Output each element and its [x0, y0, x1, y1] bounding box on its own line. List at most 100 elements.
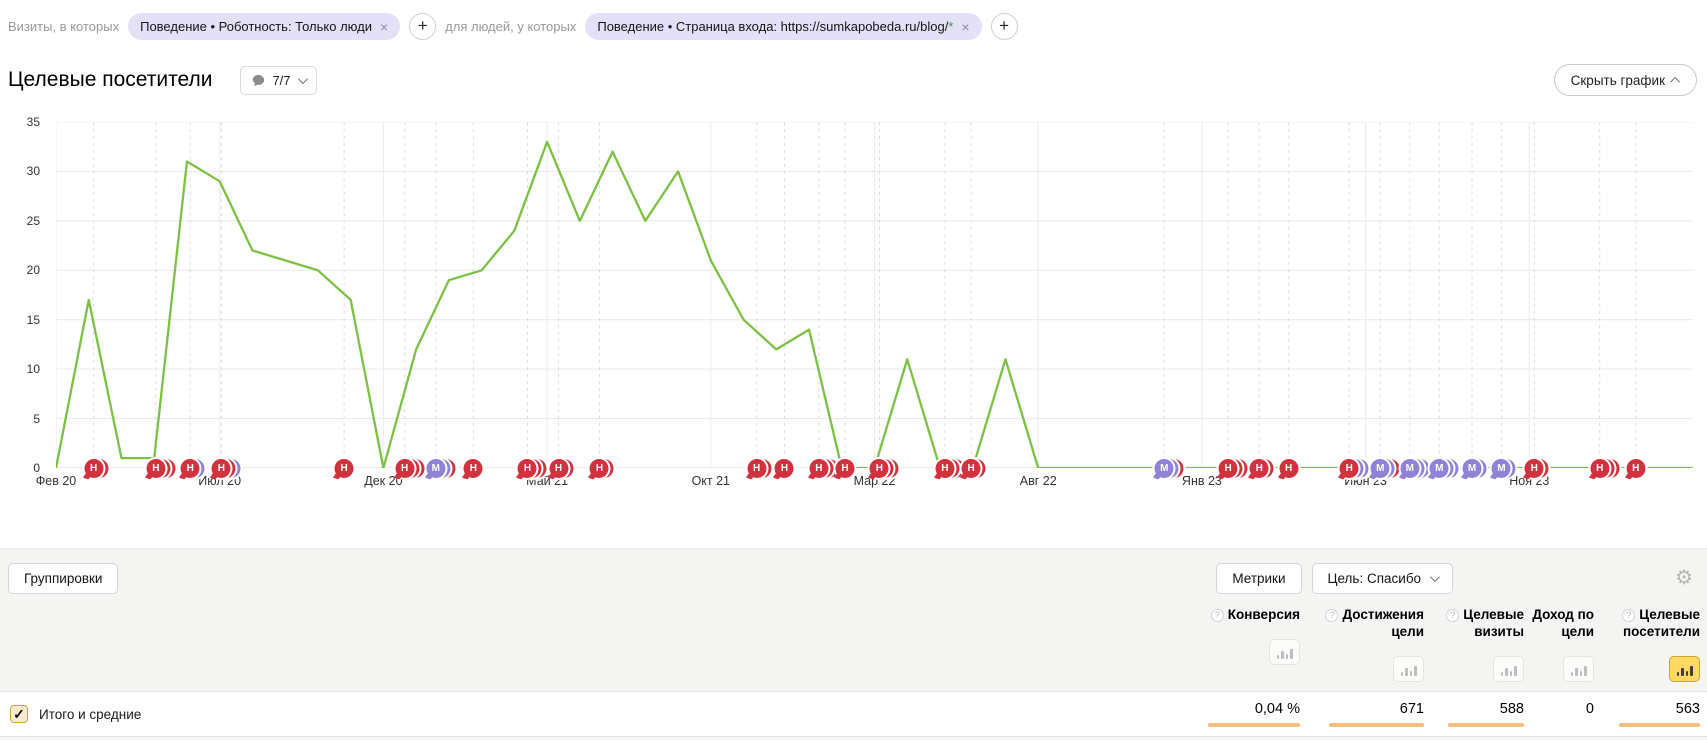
metrics-button[interactable]: Метрики	[1216, 563, 1301, 594]
chart-note-marker[interactable]: Н	[1279, 459, 1298, 478]
chart-note-marker[interactable]: Н	[1250, 459, 1269, 478]
chart-note-marker[interactable]: М	[1155, 459, 1174, 478]
note-bubble-icon: Н	[1626, 459, 1645, 478]
chart-note-marker[interactable]: Н	[549, 459, 568, 478]
wildcard-highlight: *	[948, 19, 953, 34]
note-bubble-icon	[252, 74, 265, 87]
column-header-4: Доход по цели	[1526, 607, 1594, 682]
totals-label: Итого и средние	[39, 707, 141, 722]
help-icon[interactable]: ?	[1446, 609, 1459, 622]
column-bar-chart-toggle[interactable]	[1669, 656, 1700, 682]
notes-dropdown-button[interactable]: 7/7	[240, 66, 316, 95]
remove-filter-icon[interactable]: ×	[380, 20, 388, 34]
x-axis-label: Фев 20	[36, 474, 76, 488]
y-axis-label: 35	[27, 115, 40, 129]
y-axis-label: 30	[27, 164, 40, 178]
chart-note-marker[interactable]: Н	[181, 459, 200, 478]
note-bubble-icon: Н	[335, 459, 354, 478]
chart-note-marker[interactable]: Н	[212, 459, 231, 478]
goal-select-button[interactable]: Цель: Спасибо	[1312, 563, 1454, 594]
chart-note-marker[interactable]: Н	[1340, 459, 1359, 478]
report-table-section: Группировки Метрики Цель: Спасибо ⚙ ?Кон…	[0, 548, 1707, 740]
note-bubble-icon: Н	[212, 459, 231, 478]
help-icon[interactable]: ?	[1211, 609, 1224, 622]
chevron-up-icon	[1670, 76, 1680, 86]
totals-values: 0,04 %6715880563	[1180, 701, 1700, 727]
table-toolbar: Группировки Метрики Цель: Спасибо ⚙	[0, 549, 1707, 595]
totals-cell-2: 671	[1302, 701, 1424, 727]
chart-note-marker[interactable]: М	[1371, 459, 1390, 478]
chart-note-marker[interactable]: Н	[518, 459, 537, 478]
chart-note-marker[interactable]: Н	[935, 459, 954, 478]
chart-note-marker[interactable]: Н	[464, 459, 483, 478]
filter-chip-robotness[interactable]: Поведение • Роботность: Только люди ×	[128, 13, 400, 40]
chart-note-marker[interactable]: Н	[395, 459, 414, 478]
note-bubble-icon: Н	[181, 459, 200, 478]
note-bubble-icon: М	[426, 459, 445, 478]
totals-value: 588	[1426, 701, 1524, 717]
y-axis-label: 15	[27, 313, 40, 327]
hide-chart-button[interactable]: Скрыть график	[1554, 64, 1697, 96]
chart-note-marker[interactable]: Н	[962, 459, 981, 478]
chart-note-marker[interactable]: Н	[747, 459, 766, 478]
chart-note-marker[interactable]: Н	[1590, 459, 1609, 478]
filter-chip-entry-page[interactable]: Поведение • Страница входа: https://sumk…	[585, 13, 981, 40]
chart-note-marker[interactable]: Н	[1626, 459, 1645, 478]
add-visit-condition-button[interactable]: +	[409, 13, 436, 40]
chart-note-marker[interactable]: М	[1400, 459, 1419, 478]
note-bubble-icon: М	[1430, 459, 1449, 478]
note-bubble-icon: Н	[590, 459, 609, 478]
y-axis-label: 5	[33, 412, 40, 426]
chart-note-marker[interactable]: Н	[870, 459, 889, 478]
chart-note-marker[interactable]: М	[1492, 459, 1511, 478]
column-header-1: ?Конверсия	[1182, 607, 1300, 665]
totals-value: 0,04 %	[1182, 701, 1300, 717]
column-bar-chart-toggle[interactable]	[1563, 656, 1594, 682]
for-people-label: для людей, у которых	[445, 19, 576, 34]
chart-note-marker[interactable]: М	[1463, 459, 1482, 478]
note-bubble-icon: М	[1463, 459, 1482, 478]
visits-in-which-label: Визиты, в которых	[8, 19, 119, 34]
chart-note-marker[interactable]: Н	[84, 459, 103, 478]
y-axis-label: 10	[27, 362, 40, 376]
value-bar	[1448, 723, 1524, 727]
column-bar-chart-toggle[interactable]	[1269, 639, 1300, 665]
chart-note-marker[interactable]: Н	[775, 459, 794, 478]
note-bubble-icon: Н	[870, 459, 889, 478]
help-icon[interactable]: ?	[1622, 609, 1635, 622]
help-icon[interactable]: ?	[1325, 609, 1338, 622]
chart-note-marker[interactable]: Н	[335, 459, 354, 478]
table-header-row: ?Конверсия?Достижения цели?Целевые визит…	[0, 595, 1707, 682]
page-title: Целевые посетители	[8, 68, 212, 92]
note-bubble-icon: Н	[962, 459, 981, 478]
column-bar-chart-toggle[interactable]	[1393, 656, 1424, 682]
note-bubble-icon: Н	[1219, 459, 1238, 478]
chart-note-marker[interactable]: М	[426, 459, 445, 478]
note-bubble-icon: Н	[518, 459, 537, 478]
chart-plot-area[interactable]: Фев 20Июл 20Дек 20Май 21Окт 21Мар 22Авг …	[56, 122, 1693, 468]
groupings-button[interactable]: Группировки	[8, 563, 118, 594]
note-bubble-icon: Н	[935, 459, 954, 478]
note-bubble-icon: Н	[1525, 459, 1544, 478]
chart-note-marker[interactable]: Н	[590, 459, 609, 478]
target-visitors-chart: 05101520253035 Фев 20Июл 20Дек 20Май 21О…	[0, 112, 1707, 500]
note-bubble-icon: М	[1400, 459, 1419, 478]
remove-filter-icon[interactable]: ×	[961, 20, 969, 34]
note-bubble-icon: М	[1155, 459, 1174, 478]
chart-note-marker[interactable]: Н	[1525, 459, 1544, 478]
filter-chip-entry-page-label: Поведение • Страница входа: https://sumk…	[597, 19, 953, 34]
column-header-3: ?Целевые визиты	[1426, 607, 1524, 682]
chevron-down-icon	[1430, 572, 1440, 582]
chart-note-marker[interactable]: Н	[809, 459, 828, 478]
add-people-condition-button[interactable]: +	[991, 13, 1018, 40]
totals-checkbox[interactable]: ✓	[10, 705, 28, 723]
note-bubble-icon: Н	[836, 459, 855, 478]
chart-note-marker[interactable]: Н	[836, 459, 855, 478]
chart-note-marker[interactable]: Н	[146, 459, 165, 478]
chart-note-marker[interactable]: Н	[1219, 459, 1238, 478]
column-bar-chart-toggle[interactable]	[1493, 656, 1524, 682]
y-axis-label: 25	[27, 214, 40, 228]
gear-icon[interactable]: ⚙	[1675, 568, 1693, 588]
chart-note-marker[interactable]: М	[1430, 459, 1449, 478]
x-axis-label: Окт 21	[692, 474, 730, 488]
